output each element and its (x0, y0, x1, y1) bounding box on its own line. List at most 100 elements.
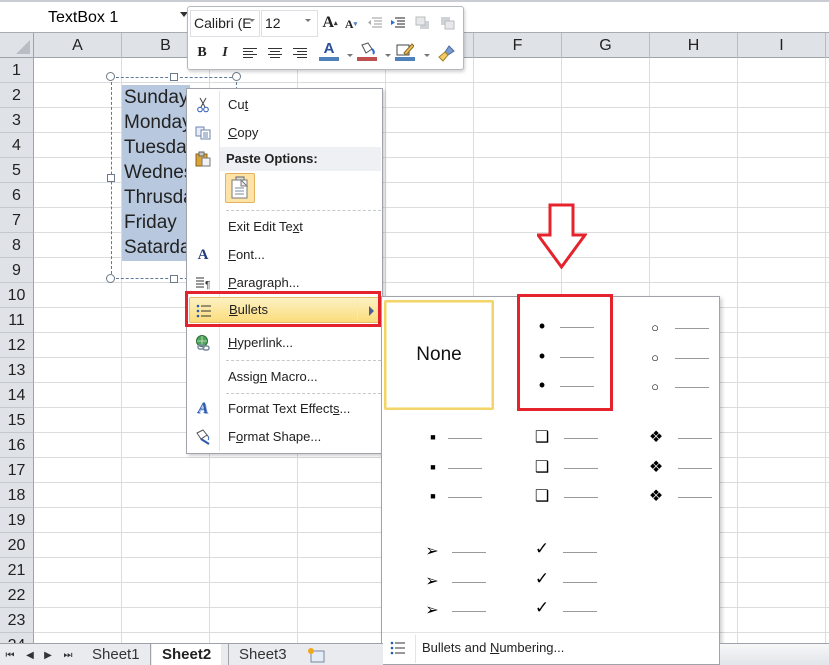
column-header-i[interactable]: I (738, 33, 826, 58)
textbox-line: Monday (124, 112, 190, 133)
font-size-box[interactable]: 12 (261, 10, 318, 37)
first-sheet-button[interactable]: ⏮ (3, 647, 17, 663)
menu-item-hyperlink[interactable]: Hyperlink... (189, 330, 381, 356)
shape-outline-dropdown-icon[interactable] (424, 54, 430, 57)
menu-item-assign-macro[interactable]: Assign Macro... (189, 364, 381, 390)
bullet-style-hollow-square[interactable]: ❑ ❑ ❑ (496, 417, 606, 527)
increase-indent-button[interactable] (387, 12, 409, 34)
font-color-button[interactable]: A (318, 40, 340, 62)
row-header-15[interactable]: 15 (0, 408, 34, 433)
bullet-style-checkmark[interactable]: ✓ ✓ ✓ (496, 527, 606, 637)
shape-fill-button[interactable] (356, 40, 378, 62)
previous-sheet-button[interactable]: ◀ (23, 647, 37, 663)
name-box[interactable]: TextBox 1 (0, 4, 190, 32)
bullet-style-filled-square[interactable]: ■ ■ ■ (384, 417, 494, 527)
font-icon: A (197, 246, 209, 263)
insert-worksheet-button[interactable] (306, 646, 326, 664)
column-header-a[interactable]: A (34, 33, 122, 58)
font-size-dropdown-icon[interactable] (305, 19, 311, 22)
send-backward-button[interactable] (437, 12, 459, 34)
shape-fill-dropdown-icon[interactable] (385, 54, 391, 57)
outline-color-swatch (395, 56, 415, 61)
bullets-and-numbering-item[interactable]: Bullets and Numbering... (382, 632, 719, 664)
row-header-6[interactable]: 6 (0, 183, 34, 208)
row-header-19[interactable]: 19 (0, 508, 34, 533)
row-header-22[interactable]: 22 (0, 583, 34, 608)
row-header-17[interactable]: 17 (0, 458, 34, 483)
sheet-tab-sheet3[interactable]: Sheet3 (228, 644, 297, 665)
resize-handle-bottom-left[interactable] (106, 274, 115, 283)
align-center-button[interactable] (264, 42, 286, 64)
horizontal-scrollbar[interactable] (720, 643, 829, 665)
row-header-21[interactable]: 21 (0, 558, 34, 583)
column-header-f[interactable]: F (474, 33, 562, 58)
menu-item-format-text-effects[interactable]: A Format Text Effects... (189, 396, 381, 422)
resize-handle-top[interactable] (170, 73, 178, 81)
row-header-2[interactable]: 2 (0, 83, 34, 108)
menu-item-format-shape[interactable]: Format Shape... (189, 424, 381, 450)
row-header-20[interactable]: 20 (0, 533, 34, 558)
next-sheet-button[interactable]: ▶ (41, 647, 55, 663)
resize-handle-top-right[interactable] (232, 72, 241, 81)
row-header-10[interactable]: 10 (0, 283, 34, 308)
bullet-style-hollow-round[interactable]: ○ ○ ○ (610, 300, 720, 410)
font-name-box[interactable]: Calibri (E (190, 10, 260, 37)
sheet-tab-sheet1[interactable]: Sheet1 (82, 644, 151, 665)
font-name-dropdown-icon[interactable] (249, 19, 255, 22)
row-header-4[interactable]: 4 (0, 133, 34, 158)
row-header-5[interactable]: 5 (0, 158, 34, 183)
highlight-filled-bullet-annotation (517, 294, 613, 411)
italic-button[interactable]: I (214, 42, 236, 64)
shape-outline-button[interactable] (394, 40, 416, 62)
textbox-selected-text[interactable]: Sunday Monday Tuesday Wednesday Thrusday… (122, 85, 190, 261)
menu-item-exit-edit-text[interactable]: Exit Edit Text (189, 214, 381, 240)
grid-line-horizontal (34, 282, 829, 283)
sheet-tab-bar: ⏮ ◀ ▶ ⏭ Sheet1 Sheet2 Sheet3 (0, 643, 383, 665)
last-sheet-button[interactable]: ⏭ (61, 647, 75, 663)
resize-handle-left[interactable] (107, 174, 115, 182)
italic-icon: I (222, 45, 228, 60)
row-header-9[interactable]: 9 (0, 258, 34, 283)
row-header-7[interactable]: 7 (0, 208, 34, 233)
menu-item-copy[interactable]: Copy (189, 120, 381, 146)
bullet-style-arrow[interactable]: ➢ ➢ ➢ (384, 527, 494, 637)
menu-item-cut[interactable]: Cut (189, 92, 381, 118)
menu-separator (226, 393, 381, 394)
bullet-style-star-diamonds[interactable]: ❖ ❖ ❖ (610, 417, 720, 527)
row-header-8[interactable]: 8 (0, 233, 34, 258)
paste-icon (195, 151, 211, 167)
resize-handle-top-left[interactable] (106, 72, 115, 81)
row-header-12[interactable]: 12 (0, 333, 34, 358)
select-all-corner[interactable] (0, 33, 34, 58)
sheet-tab-sheet2[interactable]: Sheet2 (152, 644, 222, 665)
row-header-3[interactable]: 3 (0, 108, 34, 133)
bullets-list-icon (390, 641, 406, 660)
resize-handle-bottom[interactable] (170, 275, 178, 283)
format-painter-button[interactable] (436, 42, 458, 64)
paste-text-icon (231, 176, 249, 199)
menu-item-font[interactable]: A Font... (189, 242, 381, 268)
row-header-16[interactable]: 16 (0, 433, 34, 458)
grow-font-button[interactable]: A ▴ (319, 12, 341, 34)
align-right-button[interactable] (289, 42, 311, 64)
hollow-square-bullet-icon: ❑ (534, 488, 550, 505)
menu-separator (226, 360, 381, 361)
bullet-style-none[interactable]: None (384, 300, 494, 410)
column-header-g[interactable]: G (562, 33, 650, 58)
context-menu: Cut Copy Paste Options: Exit Edit Text A… (186, 88, 383, 454)
align-left-button[interactable] (239, 42, 261, 64)
font-color-dropdown-icon[interactable] (347, 54, 353, 57)
send-backward-icon (441, 17, 455, 30)
row-header-23[interactable]: 23 (0, 608, 34, 633)
shrink-font-button[interactable]: A ▾ (340, 13, 362, 35)
bold-button[interactable]: B (191, 42, 213, 64)
bring-forward-button[interactable] (412, 12, 434, 34)
row-header-11[interactable]: 11 (0, 308, 34, 333)
row-header-13[interactable]: 13 (0, 358, 34, 383)
decrease-indent-button[interactable] (364, 12, 386, 34)
row-header-18[interactable]: 18 (0, 483, 34, 508)
row-header-1[interactable]: 1 (0, 58, 34, 83)
column-header-h[interactable]: H (650, 33, 738, 58)
row-header-14[interactable]: 14 (0, 383, 34, 408)
paste-keep-text-only-button[interactable] (225, 173, 255, 203)
